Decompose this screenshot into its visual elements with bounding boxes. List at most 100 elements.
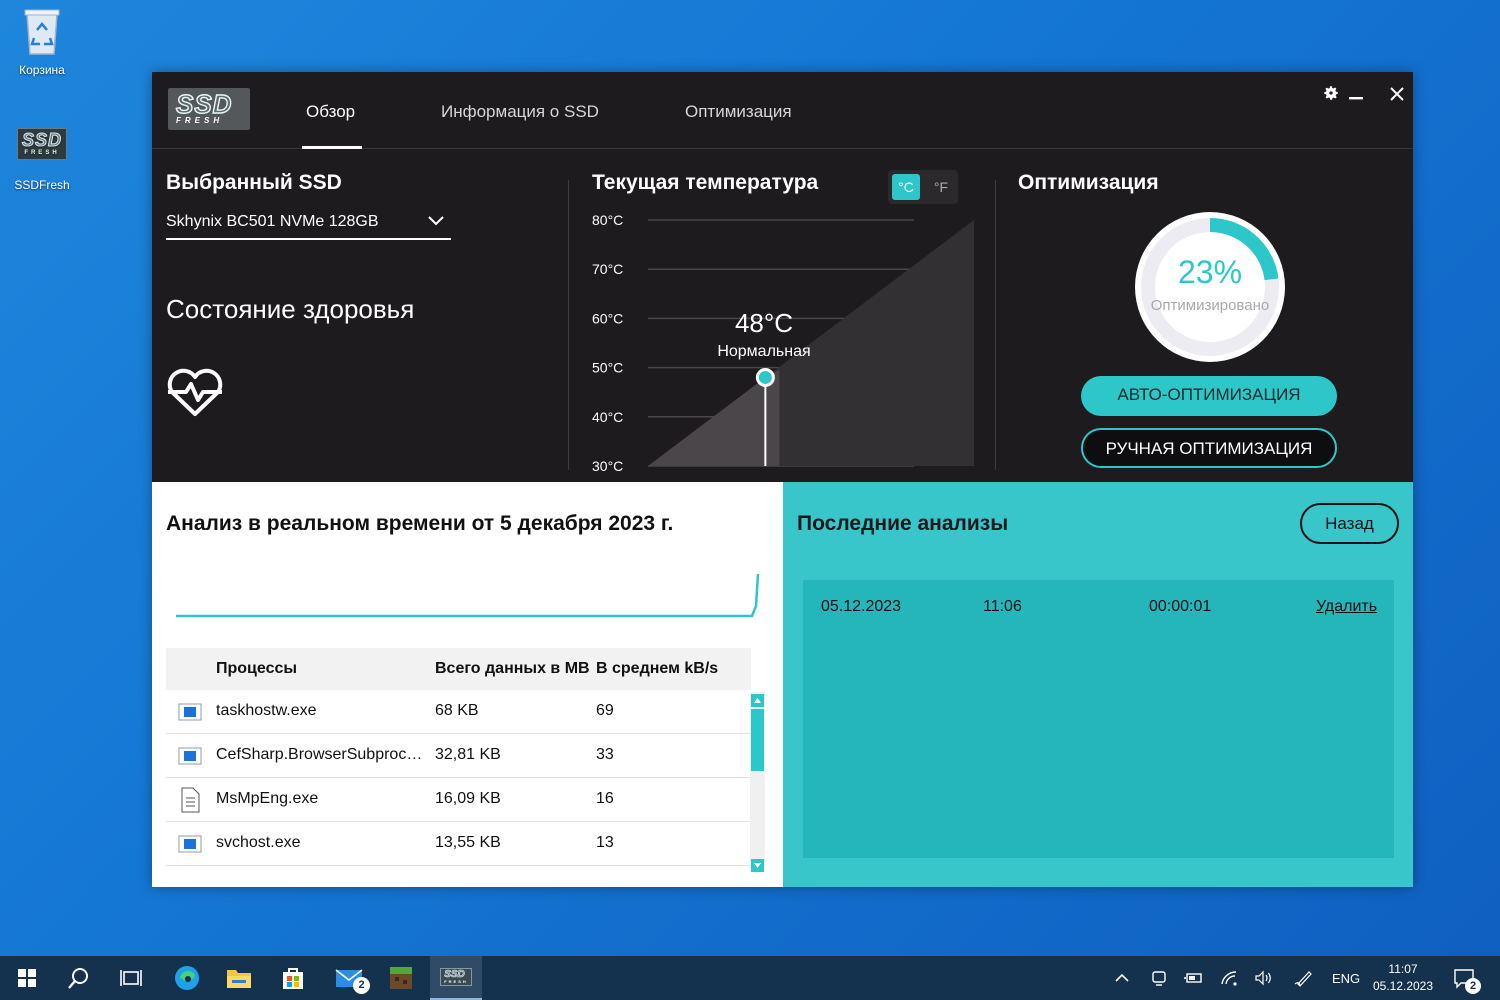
search-icon xyxy=(68,968,88,989)
column-processes[interactable]: Процессы xyxy=(216,660,297,678)
tray-overflow-button[interactable] xyxy=(1114,956,1130,1000)
process-total: 68 KB xyxy=(435,702,479,719)
ssdfresh-window: SSD FRESH Обзор Информация о SSD Оптимиз… xyxy=(152,72,1413,887)
taskbar-clock[interactable]: 11:07 05.12.2023 xyxy=(1370,961,1436,995)
task-view-icon xyxy=(120,970,142,986)
search-button[interactable] xyxy=(58,956,100,1000)
process-average: 33 xyxy=(596,746,614,763)
process-table-scrollbar[interactable] xyxy=(750,692,765,872)
tab-optimization[interactable]: Оптимизация xyxy=(685,102,792,122)
divider-right xyxy=(995,180,996,470)
meet-now-icon xyxy=(1152,971,1166,986)
tab-ssd-info[interactable]: Информация о SSD xyxy=(441,102,599,122)
tray-volume[interactable] xyxy=(1254,956,1274,1000)
taskbar-minecraft[interactable] xyxy=(380,956,422,1000)
analysis-time: 11:06 xyxy=(983,598,1022,615)
desktop-icon-recycle-bin[interactable]: Корзина xyxy=(0,6,84,77)
tray-wifi[interactable] xyxy=(1220,956,1238,1000)
process-total: 32,81 KB xyxy=(435,746,501,763)
recent-analyses-title: Последние анализы xyxy=(797,512,1009,535)
ssdfresh-label: SSDFresh xyxy=(14,178,70,192)
process-name: svchost.exe xyxy=(216,834,301,851)
process-average: 69 xyxy=(596,702,614,719)
temperature-marker xyxy=(755,367,775,387)
realtime-activity-line xyxy=(176,573,760,618)
temperature-tick-label: 70°C xyxy=(592,261,623,277)
taskbar-ssdfresh[interactable]: SSD FRESH xyxy=(430,956,482,1000)
column-total-data[interactable]: Всего данных в MB xyxy=(435,660,590,678)
edge-browser-icon xyxy=(175,966,199,990)
logo-text-fresh: FRESH xyxy=(176,116,224,125)
chevron-down-icon xyxy=(428,216,444,226)
delete-analysis-link[interactable]: Удалить xyxy=(1316,598,1377,616)
windows-logo-icon xyxy=(18,969,36,987)
task-view-button[interactable] xyxy=(110,956,152,1000)
app-logo: SSD FRESH xyxy=(168,88,250,130)
temperature-tick-label: 50°C xyxy=(592,360,623,376)
battery-icon xyxy=(1184,973,1202,983)
temperature-title: Текущая температура xyxy=(592,171,819,194)
ssd-dropdown[interactable]: Skhynix BC501 NVMe 128GB xyxy=(166,210,451,240)
table-row[interactable]: taskhostw.exe 68 KB 69 xyxy=(166,690,751,734)
recycle-bin-icon xyxy=(24,9,60,55)
minecraft-icon xyxy=(390,967,412,989)
heartbeat-icon xyxy=(167,368,223,416)
unit-celsius-button[interactable]: °C xyxy=(892,174,920,200)
temperature-unit-toggle: °C °F xyxy=(888,170,958,204)
recent-analyses-panel: Последние анализы Назад 05.12.2023 11:06… xyxy=(783,482,1413,887)
taskbar-file-explorer[interactable] xyxy=(218,956,260,1000)
temperature-status: Нормальная xyxy=(717,343,810,360)
desktop-icon-ssdfresh[interactable]: SSD FRESH SSDFresh xyxy=(0,128,84,192)
process-name: MsMpEng.exe xyxy=(216,790,319,807)
temperature-tick-label: 80°C xyxy=(592,212,623,228)
process-average: 16 xyxy=(596,790,614,807)
folder-icon xyxy=(227,970,251,988)
taskbar-mail[interactable]: 2 xyxy=(326,956,372,1000)
gear-icon xyxy=(1324,86,1338,100)
table-row[interactable]: CefSharp.BrowserSubproc… 32,81 KB 33 xyxy=(166,734,751,778)
tray-battery[interactable] xyxy=(1184,956,1204,1000)
tab-overview[interactable]: Обзор xyxy=(306,102,355,122)
tray-language[interactable]: ENG xyxy=(1332,956,1360,1000)
start-button[interactable] xyxy=(6,956,48,1000)
minimize-button[interactable] xyxy=(1341,78,1371,108)
back-button[interactable]: Назад xyxy=(1300,503,1399,544)
table-row[interactable]: svchost.exe 13,55 KB 13 xyxy=(166,822,751,866)
column-average-speed[interactable]: В среднем kB/s xyxy=(596,660,718,678)
recent-analyses-list: 05.12.2023 11:06 00:00:01 Удалить xyxy=(803,580,1394,858)
process-name: CefSharp.BrowserSubproc… xyxy=(216,746,423,763)
logo-text-ssd: SSD xyxy=(175,89,233,119)
taskbar-edge[interactable] xyxy=(166,956,208,1000)
tray-pen[interactable] xyxy=(1294,956,1314,1000)
temperature-tick-label: 30°C xyxy=(592,458,623,474)
clock-date: 05.12.2023 xyxy=(1372,979,1434,993)
process-table-header: Процессы Всего данных в MB В среднем kB/… xyxy=(166,648,751,690)
scroll-thumb[interactable] xyxy=(751,709,764,771)
process-total: 16,09 KB xyxy=(435,790,501,807)
close-button[interactable] xyxy=(1382,78,1412,108)
action-center-button[interactable]: 2 xyxy=(1453,956,1481,1000)
unit-fahrenheit-button[interactable]: °F xyxy=(928,174,954,200)
clock-time: 11:07 xyxy=(1388,962,1418,976)
scroll-up-button[interactable] xyxy=(751,694,764,707)
analysis-title: Анализ в реальном времени от 5 декабря 2… xyxy=(166,512,674,535)
minimize-icon xyxy=(1349,97,1363,100)
ssdfresh-desktop-logo-icon: SSD FRESH xyxy=(16,128,67,160)
recycle-bin-label: Корзина xyxy=(19,63,65,77)
table-row[interactable]: MsMpEng.exe 16,09 KB 16 xyxy=(166,778,751,822)
auto-optimization-button[interactable]: АВТО-ОПТИМИЗАЦИЯ xyxy=(1081,376,1337,416)
pen-icon xyxy=(1294,971,1312,987)
taskbar-store[interactable] xyxy=(272,956,314,1000)
temperature-tick-label: 60°C xyxy=(592,310,623,326)
top-bar: SSD FRESH Обзор Информация о SSD Оптимиз… xyxy=(152,72,1413,149)
optimization-title: Оптимизация xyxy=(1018,171,1159,194)
manual-optimization-button[interactable]: РУЧНАЯ ОПТИМИЗАЦИЯ xyxy=(1081,428,1337,468)
store-icon xyxy=(283,968,303,989)
arrow-up-icon xyxy=(754,698,761,703)
optimization-status: Оптимизировано xyxy=(1150,297,1270,314)
volume-icon xyxy=(1255,970,1271,986)
document-icon xyxy=(178,787,202,818)
temperature-chart: 80°C 70°C 60°C 50°C 40°C 30°C 48°C Нормальная xyxy=(592,212,974,474)
scroll-down-button[interactable] xyxy=(751,859,764,872)
tray-meet-now[interactable] xyxy=(1150,956,1168,1000)
